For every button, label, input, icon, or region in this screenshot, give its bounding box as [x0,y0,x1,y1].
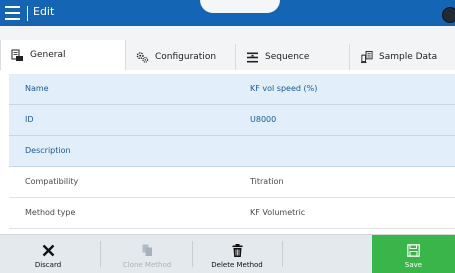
tab-sequence-label: Sequence [265,52,310,62]
configuration-icon [136,51,149,64]
sample-data-icon [360,50,373,64]
page-title: Edit [33,5,55,18]
general-properties-list: Name KF vol speed (%) ID U8000 Descripti… [9,74,455,229]
row-compatibility-value: Titration [250,177,284,186]
clone-icon [142,235,153,257]
title-separator [27,6,28,21]
row-id-label: ID [25,115,34,124]
row-compatibility: Compatibility Titration [9,167,455,198]
title-bar: Edit [0,0,455,26]
tab-configuration-label: Configuration [155,52,217,62]
top-notch [200,0,280,13]
save-icon [407,235,420,257]
tab-general[interactable]: General [0,40,126,70]
tab-bar: General Configuration Sequence Sample Da… [0,26,455,70]
discard-label: Discard [34,261,62,269]
status-icon[interactable] [442,7,455,23]
hamburger-menu-icon[interactable] [5,6,20,20]
row-name-label: Name [25,84,49,93]
row-compatibility-label: Compatibility [25,177,79,186]
delete-method-label: Delete Method [211,261,263,269]
bottom-toolbar: Discard Clone Method Delete Method Save [0,234,455,273]
row-name-value: KF vol speed (%) [250,84,318,93]
tab-general-label: General [30,50,66,60]
clone-method-label: Clone Method [122,261,172,269]
save-label: Save [404,261,423,269]
save-button[interactable]: Save [372,235,455,273]
toolbar-separator [282,241,283,267]
trash-icon [232,235,243,257]
clone-method-button[interactable]: Clone Method [110,235,184,273]
row-method-type: Method type KF Volumetric [9,198,455,229]
toolbar-separator [100,241,101,267]
discard-button[interactable]: Discard [18,235,78,273]
row-method-type-value: KF Volumetric [250,208,306,217]
row-description[interactable]: Description [9,136,455,167]
row-method-type-label: Method type [25,208,76,217]
general-icon [11,49,24,62]
row-id-value: U8000 [250,115,277,124]
tab-configuration[interactable]: Configuration [126,44,236,70]
tab-sample-data[interactable]: Sample Data [350,44,455,70]
row-description-label: Description [25,146,71,155]
row-name[interactable]: Name KF vol speed (%) [9,74,455,105]
sequence-icon [246,51,259,64]
row-id[interactable]: ID U8000 [9,105,455,136]
toolbar-separator [192,241,193,267]
tab-sequence[interactable]: Sequence [236,44,350,70]
delete-method-button[interactable]: Delete Method [200,235,274,273]
tab-sample-data-label: Sample Data [379,52,438,62]
close-icon [42,235,55,257]
